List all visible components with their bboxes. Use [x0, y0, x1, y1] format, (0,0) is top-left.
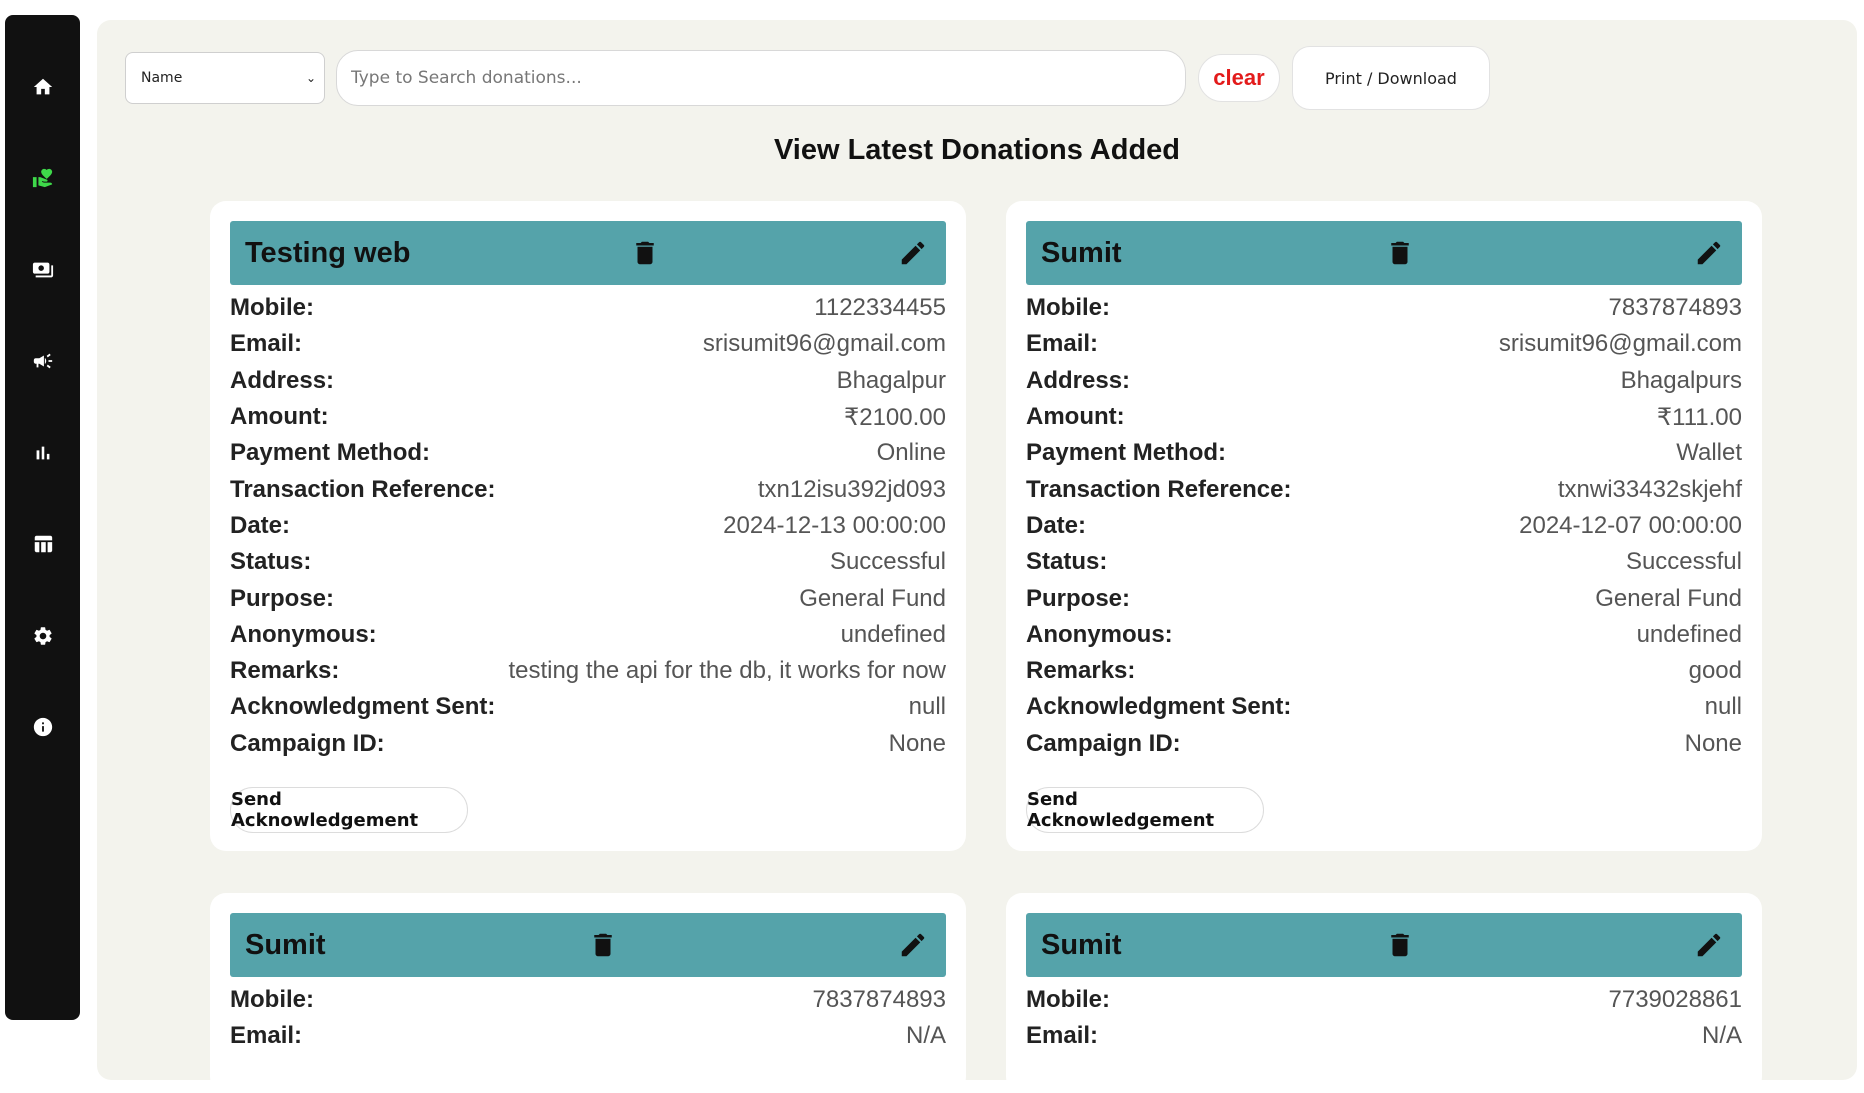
detail-row-address: Address: Bhagalpur: [230, 366, 946, 394]
info-icon: [33, 717, 52, 737]
donation-card: Sumit Mobile: 7837874893 Email: srisumit96…: [1006, 201, 1762, 851]
main-content: Name ⌄ clear Print / Download View Lates…: [97, 20, 1857, 1093]
delete-button[interactable]: [1385, 930, 1415, 960]
donation-details: Mobile: 7837874893 Email: N/A: [230, 982, 946, 1055]
donation-hand-heart-icon: [32, 168, 52, 188]
detail-row-transaction-reference: Transaction Reference: txn12isu392jd093: [230, 475, 946, 503]
detail-row-date: Date: 2024-12-13 00:00:00: [230, 511, 946, 539]
detail-row-email: Email: N/A: [1026, 1022, 1742, 1050]
detail-row-email: Email: srisumit96@gmail.com: [230, 330, 946, 358]
donation-details: Mobile: 1122334455 Email: srisumit96@gmail…: [230, 290, 946, 762]
detail-row-payment-method: Payment Method: Online: [230, 439, 946, 467]
chevron-down-icon: ⌄: [305, 71, 316, 85]
trash-icon: [636, 241, 654, 265]
donation-card: Sumit Mobile: 7739028861 Email: N/A: [1006, 893, 1762, 1093]
detail-row-mobile: Mobile: 7837874893: [1026, 294, 1742, 322]
edit-button[interactable]: [1692, 236, 1726, 270]
detail-row-purpose: Purpose: General Fund: [230, 584, 946, 612]
detail-row-status: Status: Successful: [230, 548, 946, 576]
detail-row-remarks: Remarks: testing the api for the db, it w…: [230, 657, 946, 685]
detail-row-remarks: Remarks: good: [1026, 657, 1742, 685]
detail-row-date: Date: 2024-12-07 00:00:00: [1026, 511, 1742, 539]
donor-name: Sumit: [1041, 929, 1122, 961]
settings-gear-icon: [33, 627, 52, 645]
trash-icon: [1391, 933, 1409, 957]
detail-row-campaign-id: Campaign ID: None: [230, 729, 946, 757]
donation-card: Sumit Mobile: 7837874893 Email: N/A: [210, 893, 966, 1093]
detail-row-transaction-reference: Transaction Reference: txnwi33432skjehf: [1026, 475, 1742, 503]
detail-row-acknowledgment-sent: Acknowledgment Sent: null: [230, 693, 946, 721]
donation-details: Mobile: 7837874893 Email: srisumit96@gmail…: [1026, 290, 1742, 762]
pencil-icon: [1697, 933, 1721, 957]
detail-row-mobile: Mobile: 7739028861: [1026, 986, 1742, 1014]
detail-row-status: Status: Successful: [1026, 548, 1742, 576]
send-acknowledgement-button[interactable]: Send Acknowledgement: [230, 787, 468, 833]
detail-row-anonymous: Anonymous: undefined: [230, 620, 946, 648]
sidebar-item-table[interactable]: [5, 524, 80, 564]
send-acknowledgement-button[interactable]: Send Acknowledgement: [1026, 787, 1264, 833]
donor-name: Testing web: [245, 237, 411, 269]
trash-icon: [1391, 241, 1409, 265]
donation-card: Testing web Mobile: 1122334455 Email: sris…: [210, 201, 966, 851]
trash-icon: [594, 933, 612, 957]
donation-card-header: Sumit: [230, 913, 946, 977]
delete-button[interactable]: [630, 238, 660, 268]
detail-row-amount: Amount: ₹111.00: [1026, 403, 1742, 431]
sidebar-item-home[interactable]: [5, 67, 80, 107]
home-icon: [33, 78, 52, 95]
donation-details: Mobile: 7739028861 Email: N/A: [1026, 982, 1742, 1055]
detail-row-amount: Amount: ₹2100.00: [230, 403, 946, 431]
detail-row-campaign-id: Campaign ID: None: [1026, 729, 1742, 757]
pencil-icon: [901, 933, 925, 957]
detail-row-mobile: Mobile: 1122334455: [230, 294, 946, 322]
detail-row-address: Address: Bhagalpurs: [1026, 366, 1742, 394]
print-download-button[interactable]: Print / Download: [1292, 46, 1490, 110]
detail-row-anonymous: Anonymous: undefined: [1026, 620, 1742, 648]
edit-button[interactable]: [896, 928, 930, 962]
pencil-icon: [901, 241, 925, 265]
search-input[interactable]: [336, 50, 1186, 106]
sidebar-item-campaigns[interactable]: [5, 341, 80, 381]
detail-row-purpose: Purpose: General Fund: [1026, 584, 1742, 612]
donation-card-header: Testing web: [230, 221, 946, 285]
search-filter-select-value: Name: [141, 70, 183, 86]
detail-row-email: Email: srisumit96@gmail.com: [1026, 330, 1742, 358]
search-toolbar: Name ⌄ clear Print / Download: [125, 46, 1825, 110]
table-icon: [34, 535, 52, 553]
donation-card-header: Sumit: [1026, 221, 1742, 285]
clear-button[interactable]: clear: [1198, 54, 1280, 102]
detail-row-email: Email: N/A: [230, 1022, 946, 1050]
sidebar: [5, 15, 80, 1020]
search-filter-select[interactable]: Name ⌄: [125, 52, 325, 104]
detail-row-acknowledgment-sent: Acknowledgment Sent: null: [1026, 693, 1742, 721]
payments-icon: [32, 262, 53, 278]
detail-row-payment-method: Payment Method: Wallet: [1026, 439, 1742, 467]
edit-button[interactable]: [1692, 928, 1726, 962]
delete-button[interactable]: [588, 930, 618, 960]
donor-name: Sumit: [1041, 237, 1122, 269]
edit-button[interactable]: [896, 236, 930, 270]
detail-row-mobile: Mobile: 7837874893: [230, 986, 946, 1014]
donor-name: Sumit: [245, 929, 326, 961]
donation-card-header: Sumit: [1026, 913, 1742, 977]
page-title: View Latest Donations Added: [773, 134, 1181, 166]
delete-button[interactable]: [1385, 238, 1415, 268]
sidebar-item-payments[interactable]: [5, 250, 80, 290]
sidebar-item-donations[interactable]: [5, 158, 80, 198]
pencil-icon: [1697, 241, 1721, 265]
sidebar-item-info[interactable]: [5, 707, 80, 747]
campaign-megaphone-icon: [33, 353, 52, 369]
sidebar-item-analytics[interactable]: [5, 433, 80, 473]
bar-chart-icon: [36, 446, 49, 460]
sidebar-item-settings[interactable]: [5, 616, 80, 656]
